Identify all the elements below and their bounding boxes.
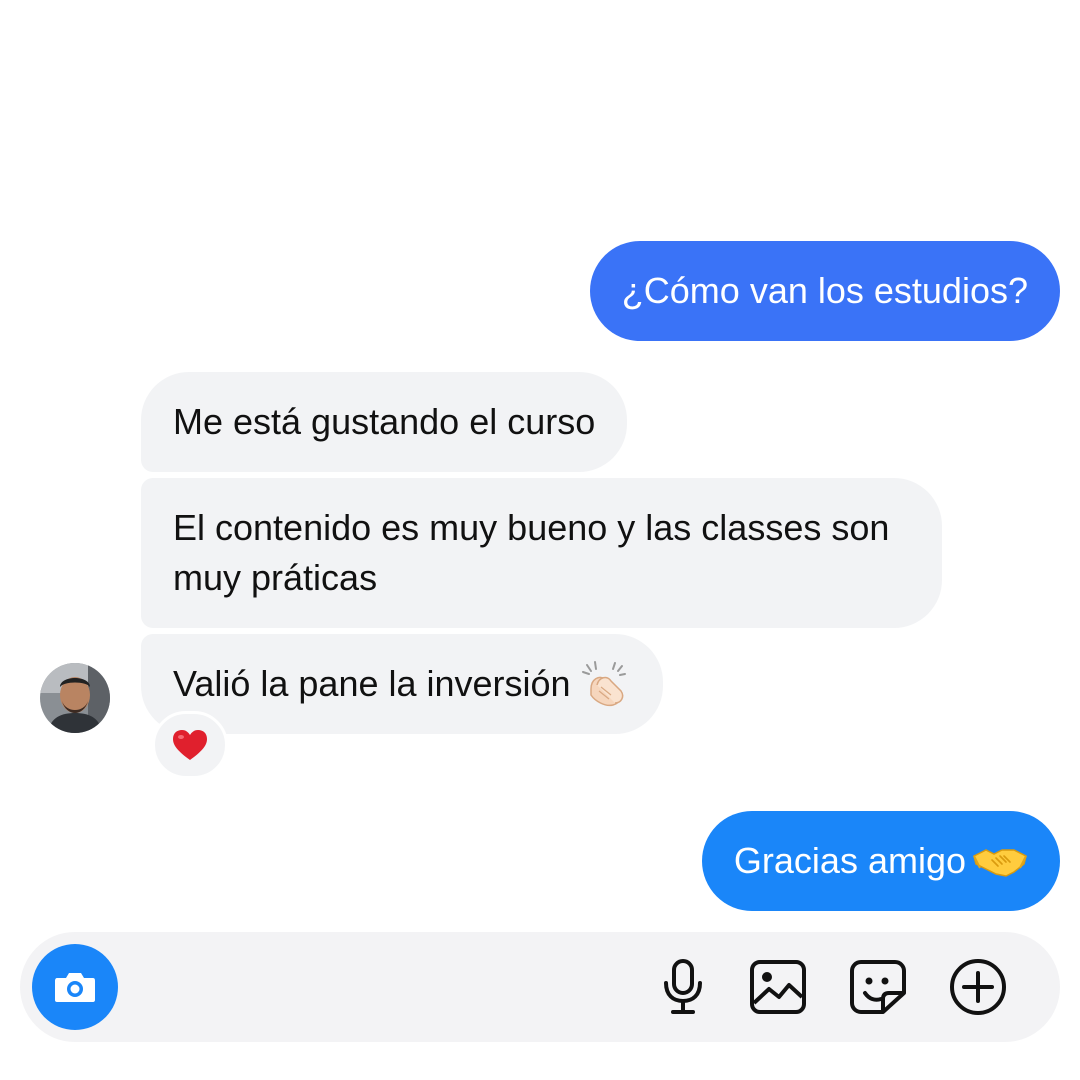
heart-reaction[interactable] bbox=[152, 711, 228, 779]
microphone-button[interactable] bbox=[654, 958, 712, 1016]
handshake-icon bbox=[972, 836, 1028, 886]
incoming-message[interactable]: Valió la pane la inversión bbox=[141, 634, 663, 734]
gallery-button[interactable] bbox=[749, 958, 807, 1016]
sticker-icon bbox=[850, 960, 906, 1014]
message-composer bbox=[20, 932, 1060, 1042]
message-text: Me está gustando el curso bbox=[173, 401, 596, 442]
message-text: ¿Cómo van los estudios? bbox=[621, 270, 1028, 311]
outgoing-message[interactable]: Gracias amigo bbox=[701, 811, 1060, 911]
incoming-message[interactable]: Me está gustando el curso bbox=[141, 372, 628, 472]
plus-icon bbox=[950, 959, 1006, 1015]
microphone-icon bbox=[664, 959, 702, 1014]
camera-icon bbox=[55, 973, 95, 1002]
incoming-message[interactable]: El contenido es muy bueno y las classes … bbox=[141, 478, 942, 628]
sticker-button[interactable] bbox=[849, 958, 907, 1016]
camera-button[interactable] bbox=[32, 944, 118, 1030]
heart-icon bbox=[173, 730, 207, 760]
avatar[interactable] bbox=[40, 663, 110, 733]
outgoing-message[interactable]: ¿Cómo van los estudios? bbox=[589, 241, 1060, 341]
clapping-hands-icon bbox=[577, 659, 631, 709]
gallery-icon bbox=[750, 960, 806, 1014]
message-text: El contenido es muy bueno y las classes … bbox=[173, 507, 890, 598]
more-button[interactable] bbox=[949, 958, 1007, 1016]
chat-screen: ¿Cómo van los estudios? Me está gustando… bbox=[0, 0, 1080, 1080]
message-text: Gracias amigo bbox=[733, 840, 966, 881]
message-text: Valió la pane la inversión bbox=[173, 663, 571, 704]
